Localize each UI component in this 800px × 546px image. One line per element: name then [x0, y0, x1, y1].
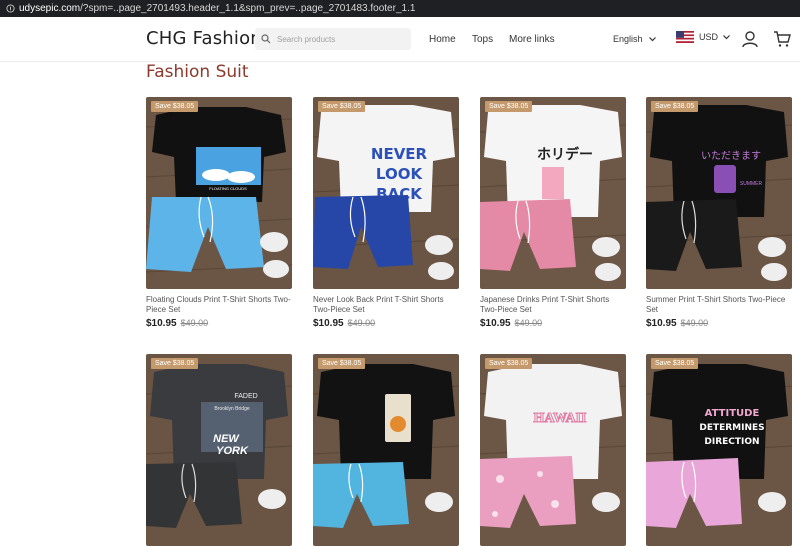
print-text: YORK [216, 445, 249, 457]
product-image[interactable]: FLOATING CLOUDS Save $38.05 [146, 97, 292, 289]
chevron-down-icon [723, 34, 730, 39]
nav-more-links[interactable]: More links [509, 34, 555, 45]
product-card[interactable]: NEVER LOOK BACK Save $38.05 Never Look B… [313, 97, 459, 329]
product-card[interactable]: Save $38.05 [313, 354, 459, 546]
site-info-icon[interactable] [6, 4, 15, 13]
product-card[interactable]: ATTITUDE DETERMINES DIRECTION Save $38.0… [646, 354, 792, 546]
print-text: Brooklyn Bridge [214, 406, 250, 412]
product-old-price: $49.00 [680, 318, 709, 328]
search-icon [261, 34, 271, 44]
product-image[interactable]: Save $38.05 [313, 354, 459, 546]
discount-badge: Save $38.05 [151, 358, 199, 369]
site-header: CHG Fashion Home Tops More links English… [0, 17, 800, 62]
section-title: Fashion Suit [146, 62, 249, 82]
print-text: ATTITUDE [705, 408, 760, 419]
product-card[interactable]: FADED Brooklyn Bridge NEW YORK Save $38.… [146, 354, 292, 546]
product-name[interactable]: Never Look Back Print T-Shirt Shorts Two… [313, 295, 459, 315]
discount-badge: Save $38.05 [485, 101, 533, 112]
discount-badge: Save $38.05 [151, 101, 199, 112]
product-image[interactable]: FADED Brooklyn Bridge NEW YORK Save $38.… [146, 354, 292, 546]
site-logo[interactable]: CHG Fashion [146, 28, 262, 49]
product-price: $10.95 [313, 318, 344, 329]
print-text: HAWAII [534, 411, 587, 426]
product-name[interactable]: Floating Clouds Print T-Shirt Shorts Two… [146, 295, 292, 315]
product-card[interactable]: ホリデー Save $38.05 Japanese Drinks Print T… [480, 97, 626, 329]
print-text: DETERMINES [699, 423, 764, 433]
us-flag-icon [676, 31, 694, 43]
print-text: いただきます [701, 150, 761, 162]
print-text: NEW [213, 433, 240, 445]
product-card[interactable]: いただきます SUMMER Save $38.05 Summer Print T… [646, 97, 792, 329]
print-text: ホリデー [537, 146, 593, 163]
discount-badge: Save $38.05 [318, 101, 366, 112]
product-card[interactable]: HAWAII Save $38.05 [480, 354, 626, 546]
discount-badge: Save $38.05 [651, 358, 699, 369]
product-price: $10.95 [480, 318, 511, 329]
language-selector[interactable]: English [613, 34, 656, 44]
url-path: /?spm=..page_2701493.header_1.1&spm_prev… [80, 3, 416, 14]
print-text: NEVER [371, 145, 428, 163]
product-card[interactable]: FLOATING CLOUDS Save $38.05 Floating Clo… [146, 97, 292, 329]
search-box[interactable] [255, 28, 411, 50]
product-image[interactable]: ATTITUDE DETERMINES DIRECTION Save $38.0… [646, 354, 792, 546]
discount-badge: Save $38.05 [485, 358, 533, 369]
currency-selector[interactable]: USD [676, 31, 730, 43]
product-price: $10.95 [646, 318, 677, 329]
search-input[interactable] [277, 34, 407, 44]
product-old-price: $49.00 [514, 318, 543, 328]
print-text: FLOATING CLOUDS [209, 186, 247, 191]
product-image[interactable]: NEVER LOOK BACK Save $38.05 [313, 97, 459, 289]
language-label: English [613, 34, 643, 44]
cart-icon[interactable] [773, 30, 791, 48]
print-text: FADED [234, 393, 257, 400]
product-name[interactable]: Japanese Drinks Print T-Shirt Shorts Two… [480, 295, 626, 315]
chevron-down-icon [648, 36, 656, 41]
account-icon[interactable] [741, 30, 759, 48]
print-text: SUMMER [740, 181, 763, 187]
product-old-price: $49.00 [347, 318, 376, 328]
product-old-price: $49.00 [180, 318, 209, 328]
discount-badge: Save $38.05 [318, 358, 366, 369]
product-name[interactable]: Summer Print T-Shirt Shorts Two-Piece Se… [646, 295, 792, 315]
url-host: udysepic.com [19, 3, 81, 14]
print-text: DIRECTION [704, 437, 759, 447]
discount-badge: Save $38.05 [651, 101, 699, 112]
product-image[interactable]: いただきます SUMMER Save $38.05 [646, 97, 792, 289]
browser-url-bar[interactable]: udysepic.com/?spm=..page_2701493.header_… [0, 0, 800, 17]
product-image[interactable]: HAWAII Save $38.05 [480, 354, 626, 546]
currency-label: USD [699, 32, 719, 42]
print-text: LOOK [376, 165, 424, 183]
nav-home[interactable]: Home [429, 34, 456, 45]
nav-tops[interactable]: Tops [472, 34, 493, 45]
product-image[interactable]: ホリデー Save $38.05 [480, 97, 626, 289]
product-price: $10.95 [146, 318, 177, 329]
